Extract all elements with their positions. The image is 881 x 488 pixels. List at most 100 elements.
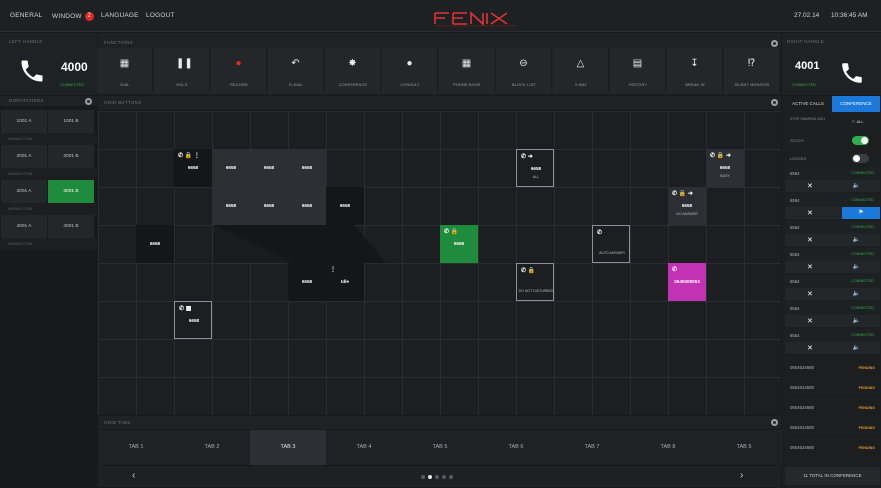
grid-button[interactable]: 6658	[250, 187, 288, 225]
grid-button[interactable]: ✆ 🔒 DO NOT DISTURBED	[516, 263, 554, 301]
grid-tab[interactable]: TAB 5	[402, 430, 478, 465]
stop-sharing-label[interactable]: STOP SHARING 4001	[785, 117, 835, 121]
function-button-r-dial[interactable]: ↶ R-DIAL	[268, 48, 324, 93]
function-button-record[interactable]: ● RECORD	[211, 48, 267, 93]
menu-logout[interactable]: LOGOUT	[146, 12, 175, 19]
pending-number: 0554524688	[790, 385, 814, 390]
grid-button[interactable]: 6658	[250, 149, 288, 187]
grid-settings-icon[interactable]	[771, 99, 778, 106]
dispatcher-a[interactable]: 2001 A	[1, 145, 47, 168]
functions-settings-icon[interactable]	[771, 40, 778, 47]
menu-window[interactable]: WINDOW 2	[52, 12, 94, 21]
grid-button[interactable]: ⋮ Idle	[326, 263, 364, 301]
menu-general[interactable]: GENERAL	[10, 12, 42, 19]
all-button[interactable]: ⚐ ALL	[852, 119, 880, 124]
page-dot[interactable]	[435, 475, 439, 479]
tab-active-calls[interactable]: ACTIVE CALLS	[784, 96, 832, 112]
grid-button[interactable]: 6658	[212, 187, 250, 225]
grid-tab[interactable]: TAB 3	[250, 430, 326, 465]
grid-tabs-settings-icon[interactable]	[771, 419, 778, 426]
grid-button[interactable]: ✆ ▩ 6658	[174, 301, 212, 339]
page-dot[interactable]	[449, 475, 453, 479]
dispatcher-b[interactable]: 4001 B	[48, 215, 94, 238]
grid-button[interactable]: ✆ 🔒 ➜ 6658 NO ANSWER	[668, 187, 706, 225]
volume-icon[interactable]: 🔈	[853, 236, 860, 243]
grid-button[interactable]: 6658	[288, 263, 326, 301]
remove-icon[interactable]: ✕	[807, 182, 813, 190]
grid-button[interactable]: 6658	[212, 149, 250, 187]
grid-tab[interactable]: TAB 4	[326, 430, 402, 465]
grid-button[interactable]: 6658	[288, 187, 326, 225]
tab-conference[interactable]: CONFERENCE	[832, 96, 880, 112]
pending-status: PENDING	[858, 386, 875, 390]
page-dot[interactable]	[421, 475, 425, 479]
function-button-conference[interactable]: ✸ CONFERENCE	[325, 48, 381, 93]
function-button-consult[interactable]: ● CONSULT	[382, 48, 438, 93]
grid-button[interactable]: ✆ 🔒 ⋮ 6658	[174, 149, 212, 187]
function-button-3-way[interactable]: △ 3 WAY	[553, 48, 609, 93]
grid-button[interactable]: ✆ 🔒 6658	[440, 225, 478, 263]
dispatchers-settings-icon[interactable]	[85, 98, 92, 105]
function-button-history[interactable]: ▤ HISTORY	[610, 48, 666, 93]
pending-call[interactable]: 0554524688 PENDING	[785, 358, 880, 377]
remove-icon[interactable]: ✕	[807, 290, 813, 298]
menu-window-label[interactable]: WINDOW	[52, 13, 82, 20]
page-dot[interactable]	[442, 475, 446, 479]
pending-call[interactable]: 0554524688 PENDING	[785, 438, 880, 457]
dispatcher-b[interactable]: 1001 B	[48, 110, 94, 133]
prev-page-icon[interactable]: ‹	[132, 470, 135, 481]
remove-icon[interactable]: ✕	[807, 317, 813, 325]
status-icons: ✆ 🔒 ➜	[710, 153, 731, 159]
remove-icon[interactable]: ✕	[807, 344, 813, 352]
function-button-hold[interactable]: ❚❚ HOLD	[154, 48, 210, 93]
pending-call[interactable]: 0554524688 PENDING	[785, 378, 880, 397]
status-icons: ✆ 🔒	[444, 229, 459, 235]
volume-icon[interactable]: 🔈	[853, 290, 860, 297]
function-button-block-list[interactable]: ⊖ BLOCK LIST	[496, 48, 552, 93]
function-button-phone-book[interactable]: ▦ PHONE BOOK	[439, 48, 495, 93]
pending-call[interactable]: 0554524688 PENDING	[785, 418, 880, 437]
grid-button[interactable]: 6658	[136, 225, 174, 263]
function-button-break-in[interactable]: ↧ BREAK IN	[667, 48, 723, 93]
function-button-silent-monitor[interactable]: ⁉ SILENT MONITOR	[724, 48, 780, 93]
dispatcher-a[interactable]: 1001 A	[1, 110, 47, 133]
pending-call[interactable]: 0554524688 PENDING	[785, 398, 880, 417]
dispatcher-b[interactable]: 2001 B	[48, 145, 94, 168]
participant-status: CONNECTED	[851, 225, 874, 229]
function-button-dial[interactable]: ▦ DIAL	[97, 48, 153, 93]
dispatcher-a[interactable]: 4001 A	[1, 215, 47, 238]
dispatchers-label: DISPATCHERS	[9, 98, 44, 103]
page-dot[interactable]	[428, 475, 432, 479]
menu-language[interactable]: LANGUAGE	[101, 12, 139, 19]
grid-button[interactable]: ✆ ➜ 6658 ALL	[516, 149, 554, 187]
grid-button[interactable]: 6658	[326, 187, 364, 225]
remove-icon[interactable]: ✕	[807, 236, 813, 244]
grid-tab[interactable]: TAB 2	[174, 430, 250, 465]
grid-button[interactable]: ✆ 🔒 ➜ 6658 BUSY	[706, 149, 744, 187]
volume-icon[interactable]: 🔈	[853, 344, 860, 351]
remove-icon[interactable]: ✕	[807, 209, 813, 217]
handset-icon[interactable]	[839, 60, 865, 86]
dispatcher-subtitle: MARIAN STAN	[0, 168, 97, 180]
remove-icon[interactable]: ✕	[807, 263, 813, 271]
handset-icon[interactable]	[18, 57, 46, 85]
grid-button[interactable]: ✆ AUTO ANSWER	[592, 225, 630, 263]
sticky-toggle[interactable]	[852, 136, 869, 145]
volume-icon[interactable]: 🔈	[853, 182, 860, 189]
dispatcher-b[interactable]: 3001 B	[48, 180, 94, 203]
volume-icon[interactable]: 🔈	[853, 317, 860, 324]
grid-button[interactable]: ✆ 0545008053	[668, 263, 706, 301]
locked-toggle[interactable]	[852, 154, 869, 163]
grid-tab[interactable]: TAB 1	[98, 430, 174, 465]
grid-tab[interactable]: TAB 6	[478, 430, 554, 465]
grid-button[interactable]: 6658	[288, 149, 326, 187]
pin-icon[interactable]: ⚑	[842, 207, 880, 219]
grid-tab[interactable]: TAB 7	[554, 430, 630, 465]
next-page-icon[interactable]: ›	[740, 470, 743, 481]
grid-tab[interactable]: TAB 8	[630, 430, 706, 465]
grid-tab[interactable]: TAB 9	[706, 430, 782, 465]
volume-icon[interactable]: 🔈	[853, 263, 860, 270]
record-icon: ●	[235, 58, 242, 69]
grid-button-number: 6658	[149, 241, 161, 246]
dispatcher-a[interactable]: 3001 A	[1, 180, 47, 203]
